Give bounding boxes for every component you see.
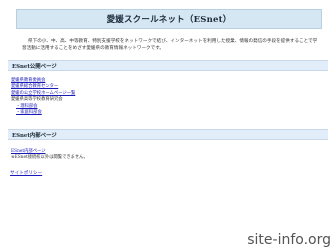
access-note: ※ESnet接続校以外は閲覧できません。	[11, 155, 88, 161]
public-links-list: 愛媛県教育委員会 愛媛県総合教育センター 愛媛の公立学校ホームページ一覧 愛媛県…	[11, 78, 75, 116]
watermark-text: site-info.org	[244, 231, 334, 249]
section-title-internal: ESnet内部ページ	[12, 132, 57, 139]
section-header-public: ESnet公開ページ	[8, 60, 328, 71]
section-title-public: ESnet公開ページ	[12, 63, 57, 70]
internal-links-list: ESnet内部ページ ※ESnet接続校以外は閲覧できません。	[11, 149, 88, 162]
page-title: 愛媛スクールネット（ESnet）	[106, 15, 232, 25]
site-banner: 愛媛スクールネット（ESnet）	[16, 9, 322, 29]
sub-item-home-economics: ・家庭科部会	[11, 110, 75, 116]
link-home-economics-section[interactable]: ・家庭科部会	[16, 110, 42, 115]
link-science-section[interactable]: ・理科部会	[16, 104, 37, 109]
site-policy-link[interactable]: サイトポリシー	[10, 170, 42, 176]
intro-text: 県下の小、中、高、中等教育、特別支援学校をネットワークで結び、インターネットを利…	[22, 39, 318, 52]
section-header-internal: ESnet内部ページ	[8, 129, 328, 140]
